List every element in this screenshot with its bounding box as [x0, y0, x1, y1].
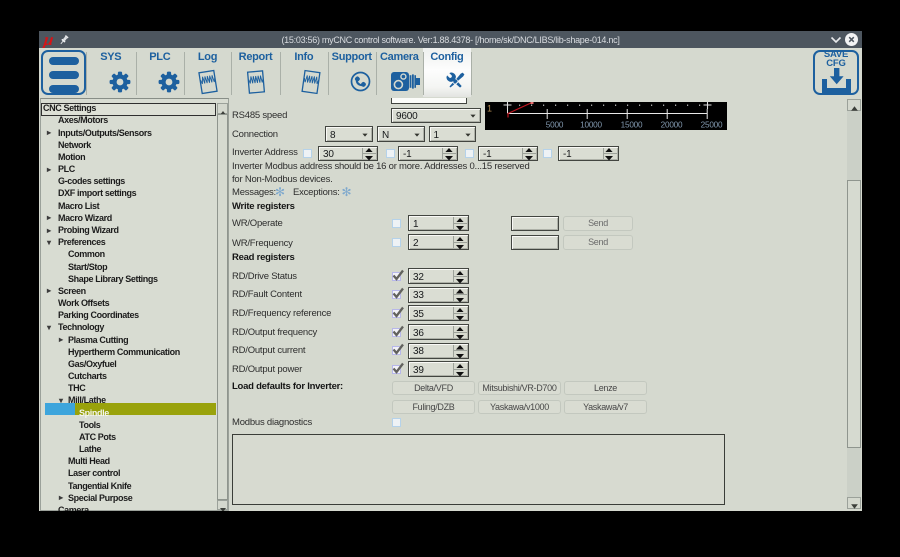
svg-text:1: 1 [487, 104, 492, 114]
svg-text:15000: 15000 [621, 121, 643, 130]
svg-text:20000: 20000 [661, 121, 683, 130]
svg-text:10000: 10000 [580, 121, 602, 130]
svg-text:5000: 5000 [546, 121, 564, 130]
svg-text:25000: 25000 [701, 121, 723, 130]
